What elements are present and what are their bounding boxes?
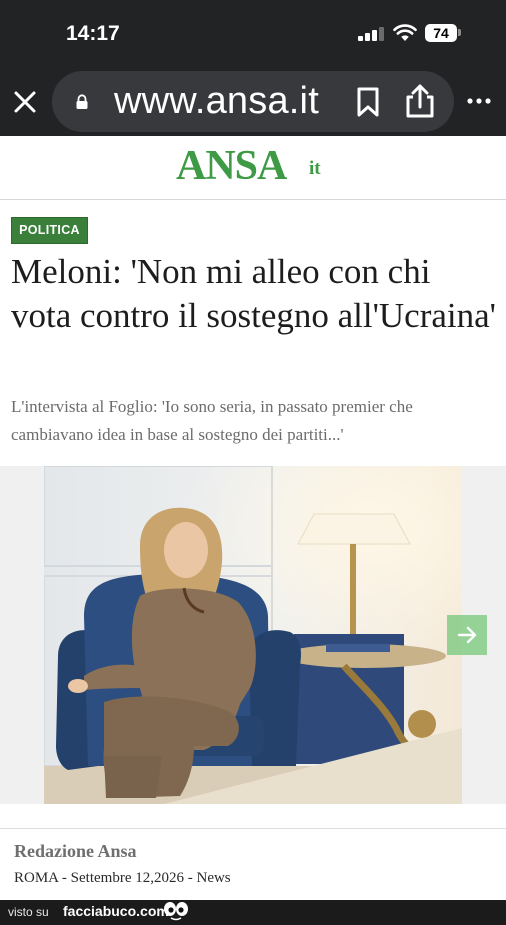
- next-image-arrow-icon[interactable]: [447, 615, 487, 655]
- watermark-prefix: visto su: [8, 905, 49, 919]
- battery-indicator: 74: [425, 24, 457, 42]
- watermark-site: facciabuco.com: [63, 903, 169, 919]
- close-tab-icon[interactable]: [11, 88, 39, 116]
- battery-tip: [458, 29, 461, 36]
- url-text[interactable]: www.ansa.it: [114, 80, 319, 123]
- signal-icon: [358, 27, 386, 41]
- ansa-logo-suffix[interactable]: it: [309, 158, 321, 180]
- bookmark-icon[interactable]: [355, 86, 381, 118]
- byline-divider: [0, 828, 506, 829]
- article-author: Redazione Ansa: [14, 841, 137, 861]
- share-icon[interactable]: [403, 83, 437, 119]
- article-dateline: ROMA - Settembre 12,2026 - News: [14, 870, 231, 886]
- article-headline: Meloni: 'Non mi alleo con chi vota contr…: [11, 252, 496, 335]
- more-options-icon[interactable]: [466, 98, 492, 104]
- ansa-logo[interactable]: ANSA: [176, 142, 287, 190]
- lock-icon: [76, 94, 88, 109]
- status-time: 14:17: [66, 22, 120, 45]
- wifi-icon: [393, 24, 417, 41]
- article-photo[interactable]: [44, 466, 462, 804]
- eyes-logo-icon: [164, 902, 188, 921]
- category-badge[interactable]: POLITICA: [11, 217, 88, 244]
- article-subtitle: L'intervista al Foglio: 'Io sono seria, …: [11, 397, 413, 444]
